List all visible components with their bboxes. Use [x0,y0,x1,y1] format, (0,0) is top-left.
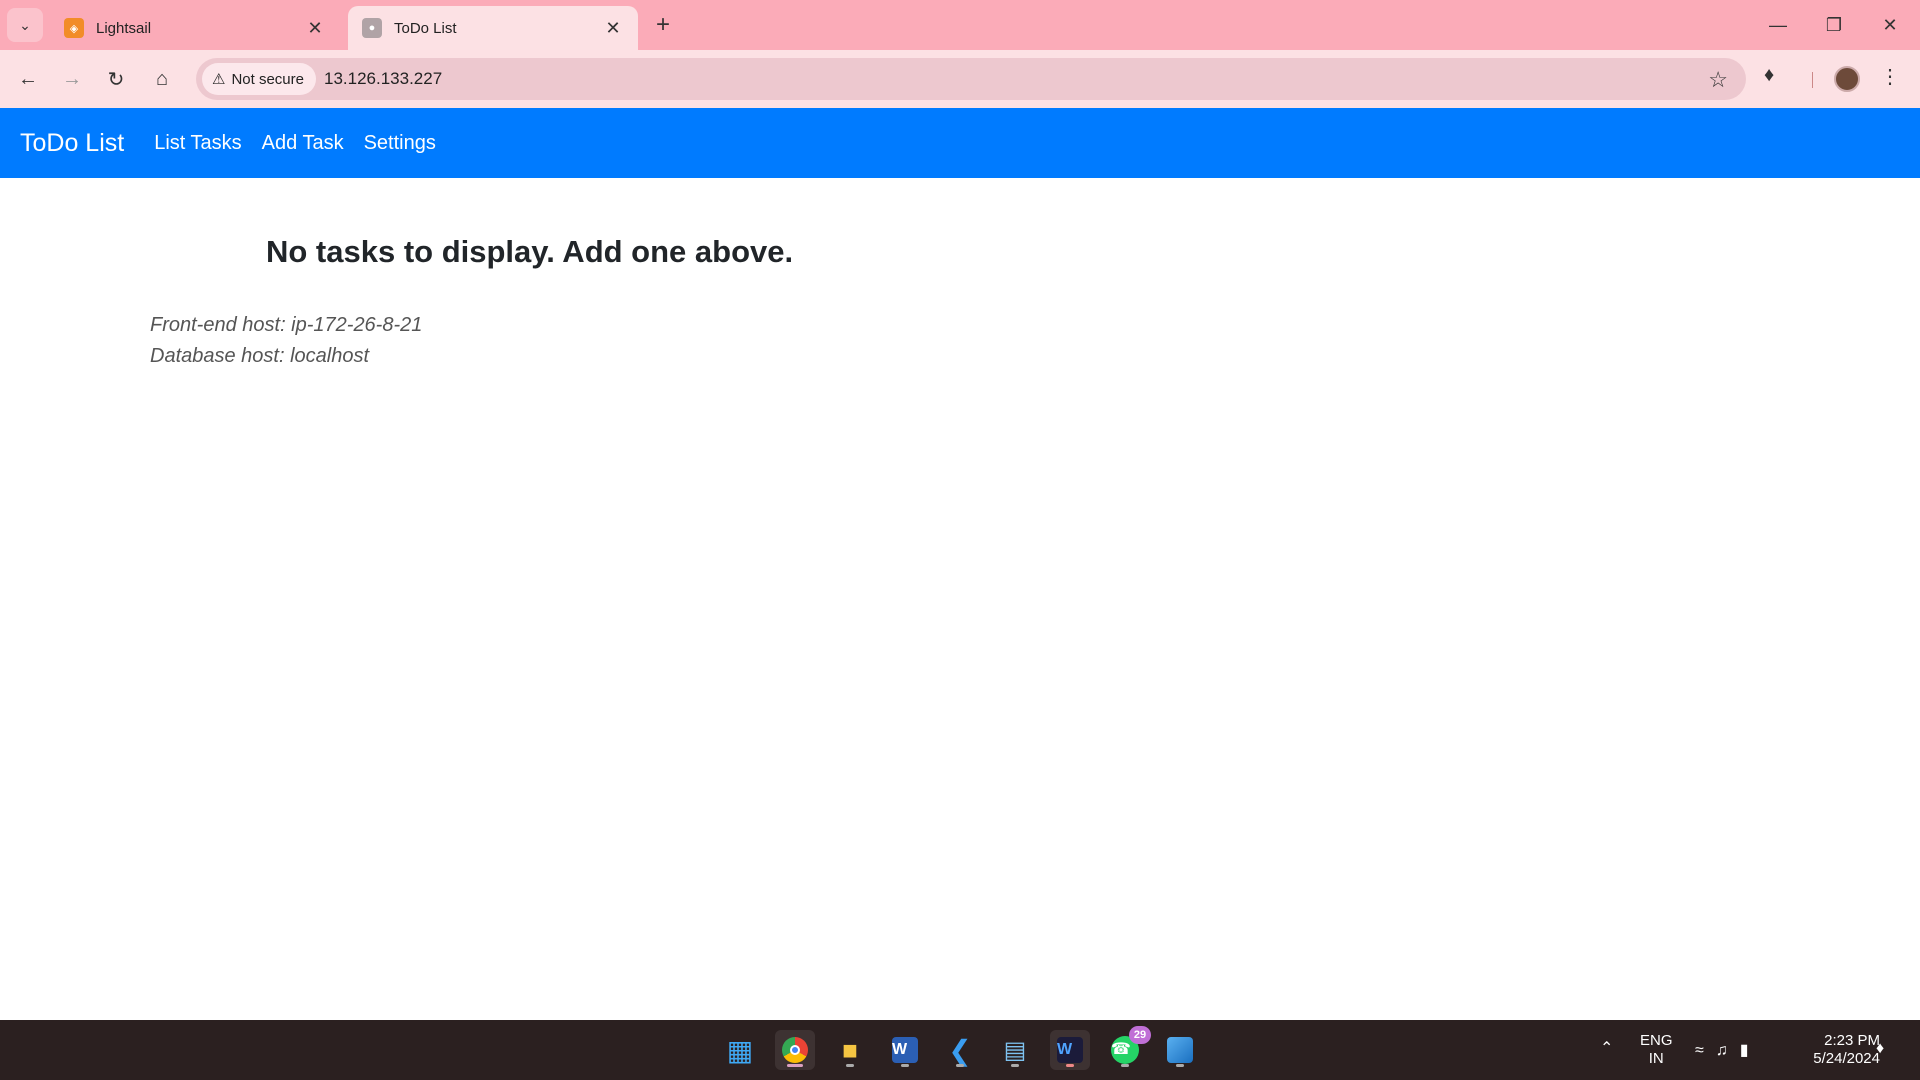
tab-title: Lightsail [96,19,152,37]
tab-lightsail[interactable]: ◈ Lightsail ✕ [50,6,340,50]
close-icon[interactable]: ✕ [602,18,624,39]
wifi-icon[interactable]: ≈ [1695,1042,1716,1059]
windows-start-icon[interactable]: ▦ [720,1030,760,1070]
url-text[interactable]: 13.126.133.227 [324,69,442,89]
nav-link-add-task[interactable]: Add Task [262,132,344,155]
system-tray-icons[interactable]: ≈♫▮ [1695,1040,1761,1060]
word-icon[interactable]: W [885,1030,925,1070]
language-code: ENG [1640,1032,1673,1049]
app-w-icon[interactable]: W [1050,1030,1090,1070]
reload-icon[interactable]: ↻ [100,64,132,94]
database-host: Database host: localhost [150,345,370,367]
forward-arrow-icon[interactable]: → [56,64,88,94]
chevron-down-icon: ⌄ [19,16,31,33]
clock[interactable]: 2:23 PM 5/24/2024 [1790,1032,1880,1068]
browser-toolbar: ← → ↻ ⌂ ⚠ Not secure 13.126.133.227 ☆ ♦ … [0,50,1920,108]
profile-avatar[interactable] [1834,66,1860,92]
globe-icon: ● [362,18,382,38]
empty-tasks-message: No tasks to display. Add one above. [266,234,794,269]
host-info: Front-end host: ip-172-26-8-21 Database … [150,310,422,372]
frontend-host: Front-end host: ip-172-26-8-21 [150,314,423,336]
minimize-icon[interactable]: — [1758,10,1798,40]
nav-link-settings[interactable]: Settings [364,132,436,155]
app-navbar: ToDo List List Tasks Add Task Settings [0,108,1920,178]
web-page: ToDo List List Tasks Add Task Settings N… [0,108,1920,1020]
photos-icon[interactable] [1160,1030,1200,1070]
address-bar[interactable]: ⚠ Not secure 13.126.133.227 ☆ [196,58,1746,100]
battery-icon[interactable]: ▮ [1740,1042,1761,1059]
clock-date: 5/24/2024 [1813,1050,1880,1067]
clock-time: 2:23 PM [1824,1032,1880,1049]
extensions-icon[interactable]: ♦ [1764,64,1774,87]
file-explorer-icon[interactable]: ■ [830,1030,870,1070]
bookmark-star-icon[interactable]: ☆ [1708,67,1728,93]
notification-bell-icon[interactable]: ♦ [1876,1040,1884,1058]
region-code: IN [1648,1050,1664,1067]
more-menu-icon[interactable]: ⋮ [1880,64,1900,89]
tab-search-button[interactable]: ⌄ [7,8,43,42]
nav-link-list-tasks[interactable]: List Tasks [154,132,241,155]
language-indicator[interactable]: ENG IN [1640,1032,1673,1068]
navbar-brand[interactable]: ToDo List [20,129,124,158]
toolbar-divider [1812,72,1813,88]
security-label: Not secure [231,70,304,88]
tab-strip: ⌄ ◈ Lightsail ✕ ● ToDo List ✕ + — ❐ ✕ [0,0,1920,50]
whatsapp-icon[interactable]: ☎ 29 [1105,1026,1151,1070]
window-close-icon[interactable]: ✕ [1870,10,1910,40]
new-tab-button[interactable]: + [650,10,676,40]
chrome-icon[interactable] [775,1030,815,1070]
restore-icon[interactable]: ❐ [1814,10,1854,40]
back-arrow-icon[interactable]: ← [12,64,44,94]
close-icon[interactable]: ✕ [304,18,326,39]
vscode-icon[interactable]: ❮ [940,1030,980,1070]
notepad-icon[interactable]: ▤ [995,1030,1035,1070]
tray-overflow-chevron-icon[interactable]: ⌃ [1600,1038,1613,1058]
security-chip[interactable]: ⚠ Not secure [202,63,316,95]
taskbar: ▦ ■ W ❮ ▤ W ☎ 29 ⌃ ENG IN ≈♫▮ 2:23 PM 5/… [0,1020,1920,1080]
notification-badge: 29 [1129,1026,1151,1044]
volume-icon[interactable]: ♫ [1716,1042,1740,1059]
lightsail-icon: ◈ [64,18,84,38]
warning-icon: ⚠ [212,71,226,88]
tab-title: ToDo List [394,19,457,37]
tab-todo-list[interactable]: ● ToDo List ✕ [348,6,638,50]
home-icon[interactable]: ⌂ [146,64,178,94]
